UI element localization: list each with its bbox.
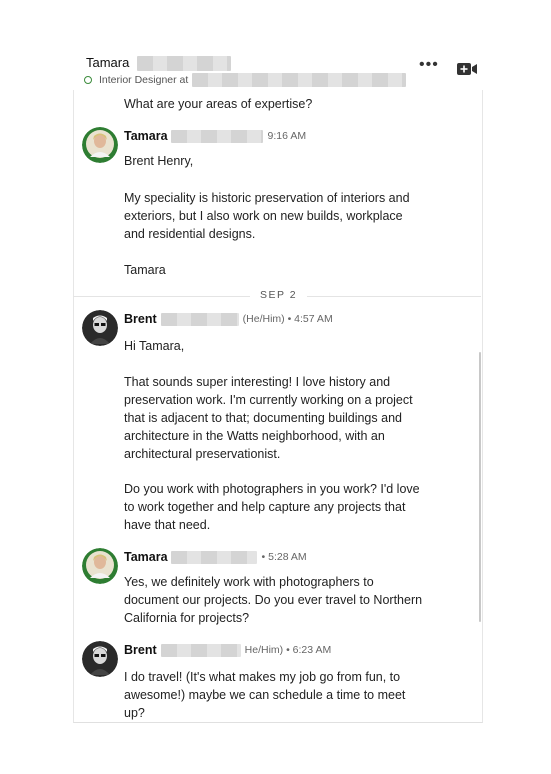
redacted-surname	[170, 550, 257, 564]
message-timestamp: He/Him) • 6:23 AM	[244, 644, 332, 656]
contact-subtitle: Interior Designer at	[99, 74, 189, 86]
message-text: Do you work with photographers in you wo…	[124, 482, 420, 532]
message-text: Tamara	[124, 263, 166, 277]
redacted-surname	[160, 643, 241, 657]
sender-name[interactable]: Brent	[124, 312, 157, 326]
sender-name[interactable]: Tamara	[124, 550, 168, 564]
redacted-surname	[136, 56, 231, 72]
conversation-header: Tamara Interior Designer at •••	[73, 48, 481, 90]
message-timestamp: 9:16 AM	[267, 130, 307, 142]
contact-headline: Interior Designer at	[84, 73, 407, 87]
message-timestamp: • 5:28 AM	[261, 551, 307, 563]
video-call-icon[interactable]	[456, 62, 478, 81]
sender-line: Brent (He/Him) • 4:57 AM	[124, 312, 333, 326]
message-text: What are your areas of expertise?	[124, 97, 313, 111]
message-text: Hi Tamara,	[124, 339, 185, 353]
avatar[interactable]	[82, 310, 118, 346]
date-divider: SEP 2	[250, 289, 308, 301]
sender-line: Tamara 9:16 AM	[124, 129, 306, 143]
sender-line: Brent He/Him) • 6:23 AM	[124, 643, 331, 657]
redacted-surname	[160, 312, 239, 326]
redacted-surname	[170, 129, 263, 143]
contact-name[interactable]: Tamara	[86, 55, 129, 70]
online-status-icon	[84, 76, 92, 84]
sender-name[interactable]: Tamara	[124, 129, 168, 143]
sender-name[interactable]: Brent	[124, 643, 157, 657]
message-text: Brent Henry,	[124, 154, 194, 168]
message-text: I do travel! (It's what makes my job go …	[124, 670, 406, 720]
avatar[interactable]	[82, 641, 118, 677]
message-text: Yes, we definitely work with photographe…	[124, 575, 423, 625]
message-timestamp: (He/Him) • 4:57 AM	[242, 313, 333, 325]
avatar[interactable]	[82, 127, 118, 163]
contact-name-line[interactable]: Tamara	[86, 55, 231, 72]
message-text: That sounds super interesting! I love hi…	[124, 375, 413, 461]
message-text: My speciality is historic preservation o…	[124, 191, 410, 241]
thread-scrollbar[interactable]	[479, 352, 481, 622]
avatar[interactable]	[82, 548, 118, 584]
more-options-icon[interactable]: •••	[419, 56, 439, 74]
redacted-company	[192, 73, 407, 87]
sender-line: Tamara • 5:28 AM	[124, 550, 307, 564]
